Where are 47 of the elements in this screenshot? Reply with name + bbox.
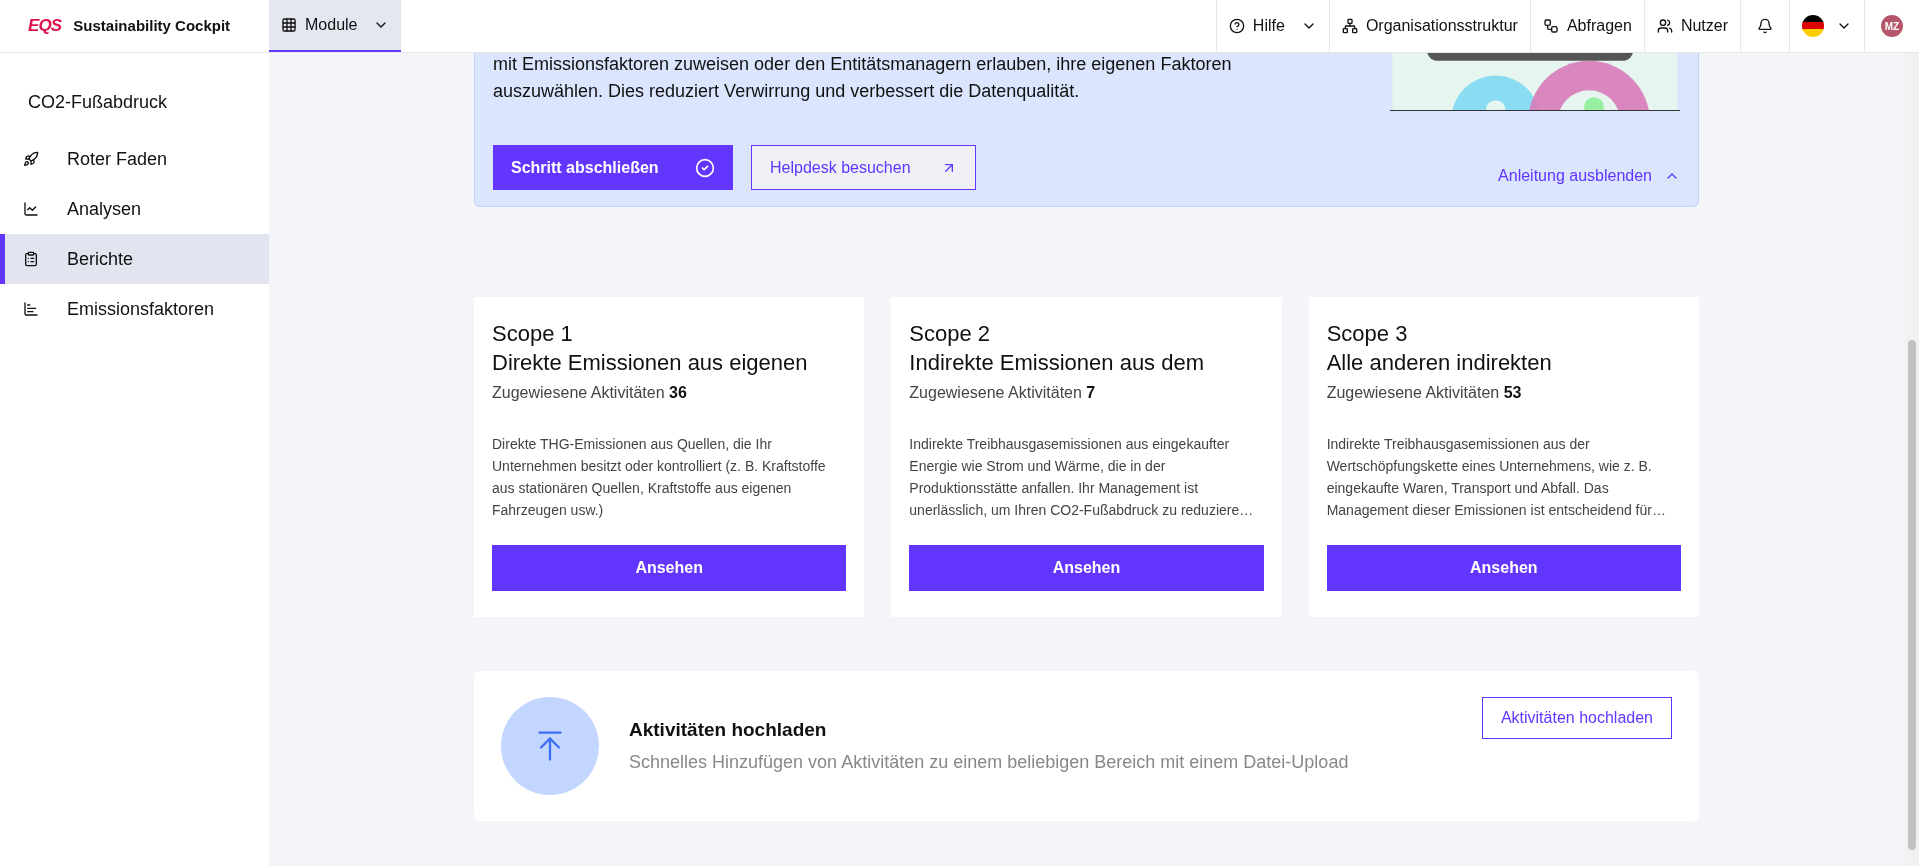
assigned-activities: Zugewiesene Aktivitäten 36 xyxy=(492,383,688,403)
rocket-icon xyxy=(23,151,39,167)
complete-step-button[interactable]: Schritt abschließen xyxy=(493,145,733,190)
scope-subtitle: Direkte Emissionen aus eigenen xyxy=(492,349,809,377)
module-menu[interactable]: Module xyxy=(269,0,402,52)
flag-icon xyxy=(1802,15,1824,37)
view-button[interactable]: Ansehen xyxy=(492,545,847,591)
scope-description: Indirekte Treibhausgasemissionen aus der Wertschöpfungskette eines Unternehmens, wie z. B. eingekaufte Waren, Transport und Abfall. Das Management dieser Emissionen ist entscheidend für… xyxy=(1326,435,1667,520)
line-chart-icon xyxy=(23,201,39,217)
nav-button[interactable]: Organisationsstruktur xyxy=(1328,0,1530,52)
nav-button[interactable]: Hilfe xyxy=(1215,0,1329,52)
upload-title: Aktivitäten hochladen xyxy=(629,718,828,743)
scope-subtitle: Indirekte Emissionen aus dem xyxy=(909,349,1206,377)
sidebar-item[interactable]: Roter Faden xyxy=(0,134,269,184)
users-icon xyxy=(1656,18,1673,34)
helpdesk-button[interactable]: Helpdesk besuchen xyxy=(751,145,976,190)
scope-subtitle: Alle anderen indirekten xyxy=(1326,349,1553,377)
grid-icon xyxy=(281,17,297,33)
app-name: Sustainability Cockpit xyxy=(73,15,231,36)
bell-icon xyxy=(1757,18,1773,34)
view-button[interactable]: Ansehen xyxy=(1326,545,1681,591)
sidebar-item[interactable]: Analysen xyxy=(0,184,269,234)
logo: EQS xyxy=(28,15,62,38)
clipboard-icon xyxy=(23,251,39,267)
scope-description: Direkte THG-Emissionen aus Quellen, die Ihr Unternehmen besitzt oder kontrolliert (z. B. Kraftstoffe aus stationären Quellen, Kraftstoffe aus eigenen Fahrzeugen usw.) xyxy=(492,435,827,520)
assigned-activities: Zugewiesene Aktivitäten 53 xyxy=(1326,383,1523,403)
view-button[interactable]: Ansehen xyxy=(909,545,1264,591)
scope-title: Scope 3 xyxy=(1326,320,1409,348)
user-avatar[interactable]: MZ xyxy=(1881,15,1903,37)
upload-button[interactable]: Aktivitäten hochladen xyxy=(1481,697,1672,739)
guide-text: mit Emissionsfaktoren zuweisen oder den Entitätsmanagern erlauben, ihre eigenen Faktoren auszuwählen. Dies reduziert Verwirrung und verbessert die Datenqualität. xyxy=(493,53,1232,103)
nav-button[interactable]: Nutzer xyxy=(1643,0,1740,52)
scope-description: Indirekte Treibhausgasemissionen aus eingekaufter Energie wie Strom und Wärme, die in der Produktionsstätte anfallen. Ihr Management ist unerlässlich, um Ihren CO2-Fußabdruck zu reduziere… xyxy=(909,435,1255,520)
help-icon xyxy=(1228,18,1245,34)
bar-chart-icon xyxy=(23,301,39,317)
sidebar-item[interactable]: Emissionsfaktoren xyxy=(0,284,269,334)
check-circle-icon xyxy=(695,157,715,178)
assigned-activities: Zugewiesene Aktivitäten 7 xyxy=(909,383,1097,403)
scope-title: Scope 1 xyxy=(492,320,574,348)
flow-icon xyxy=(1542,18,1559,34)
nav-button[interactable]: Abfragen xyxy=(1529,0,1644,52)
hierarchy-icon xyxy=(1341,18,1358,34)
sidebar-item[interactable]: Berichte xyxy=(0,234,269,284)
scope-title: Scope 2 xyxy=(909,320,992,348)
upload-description: Schnelles Hinzufügen von Aktivitäten zu einem beliebigen Bereich mit einem Datei-Upload xyxy=(629,750,1350,774)
hide-guide-link[interactable]: Anleitung ausblenden xyxy=(1498,164,1680,188)
sidebar-title: CO2-Fußabdruck xyxy=(27,91,169,114)
